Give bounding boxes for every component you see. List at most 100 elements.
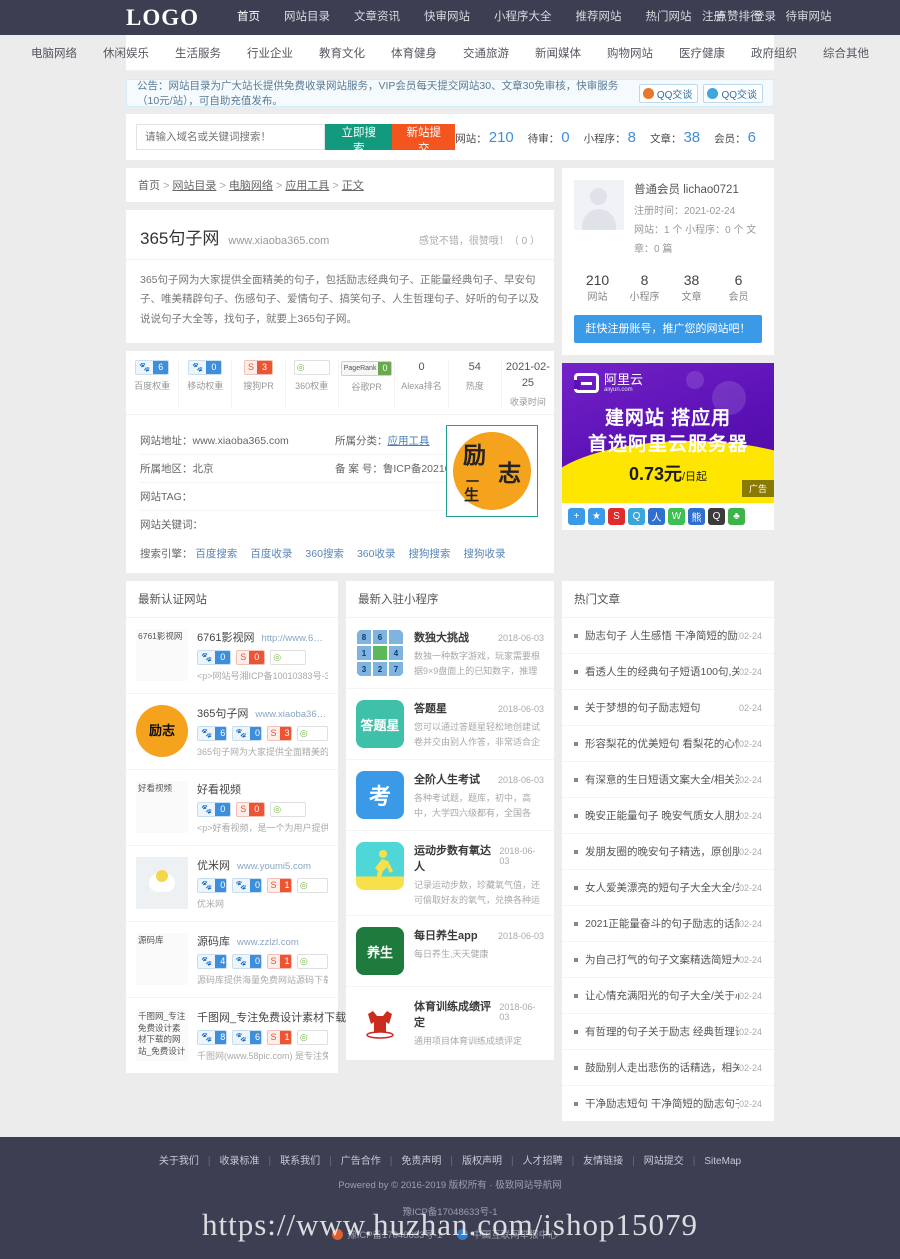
article-title[interactable]: 干净励志短句 干净简短的励志句子 xyxy=(585,1096,739,1111)
site-rating[interactable]: 感觉不错，很赞哦！（ 0 ） xyxy=(419,232,540,247)
latest-site-item[interactable]: 6761影视网 6761影视网 http://www.6761.cn/ 🐾0S0 ◎ <p… xyxy=(126,618,338,695)
article-list-item[interactable]: 关于梦想的句子励志短句 02-24 xyxy=(562,690,774,727)
footer-link-2[interactable]: 联系我们 xyxy=(280,1156,320,1167)
footer-link-4[interactable]: 免责声明 xyxy=(401,1156,441,1167)
nav-item-0[interactable]: 首页 xyxy=(225,0,272,35)
article-list-item[interactable]: 有深意的生日短语文案大全/相关深意,生日302-24 xyxy=(562,762,774,799)
auth-item-0[interactable]: 注册 xyxy=(688,0,739,35)
article-list-item[interactable]: 女人爱美漂亮的短句子大全大全/关于女人,漂02-24 xyxy=(562,870,774,907)
nav-item-4[interactable]: 小程序大全 xyxy=(482,0,564,35)
category-item-3[interactable]: 行业企业 xyxy=(234,45,306,61)
weibo-icon[interactable]: S xyxy=(608,507,625,525)
site-item-name[interactable]: 优米网 xyxy=(197,857,230,873)
mini-program-name[interactable]: 答题星 xyxy=(414,700,447,716)
baidu-icon[interactable]: 熊 xyxy=(688,507,705,525)
qq-chat-button-2[interactable]: QQ交谈 xyxy=(703,83,763,103)
category-item-10[interactable]: 政府组织 xyxy=(738,45,810,61)
article-title[interactable]: 女人爱美漂亮的短句子大全大全/关于女人,漂 xyxy=(585,880,739,895)
article-title[interactable]: 鼓励别人走出悲伤的话精选，相关鼓励文案 xyxy=(585,1060,739,1075)
wechat-icon[interactable]: W xyxy=(668,507,685,525)
article-list-item[interactable]: 干净励志短句 干净简短的励志句子 02-24 xyxy=(562,1086,774,1121)
breadcrumb-item-0[interactable]: 首页 xyxy=(138,180,160,192)
category-item-7[interactable]: 新闻媒体 xyxy=(522,45,594,61)
article-list-item[interactable]: 发朋友圈的晚安句子精选，原创朋友圈,晚安02-24 xyxy=(562,834,774,871)
category-item-11[interactable]: 综合其他 xyxy=(810,45,882,61)
clover-icon[interactable]: ♣ xyxy=(728,507,745,525)
site-item-name[interactable]: 好看视频 xyxy=(197,781,241,797)
register-cta-button[interactable]: 赶快注册账号，推广您的网站吧！ xyxy=(574,314,762,343)
plus-icon[interactable]: + xyxy=(568,507,585,525)
submit-site-button[interactable]: 新站提交 xyxy=(392,124,456,155)
star-icon[interactable]: ★ xyxy=(588,507,605,525)
article-title[interactable]: 2021正能量奋斗的句子励志的话简短 xyxy=(585,916,739,931)
footer-link-9[interactable]: SiteMap xyxy=(704,1156,741,1167)
nav-item-5[interactable]: 推荐网站 xyxy=(564,0,634,35)
mini-program-name[interactable]: 数独大挑战 xyxy=(414,629,469,645)
article-list-item[interactable]: 2021正能量奋斗的句子励志的话简短 02-24 xyxy=(562,906,774,943)
footer-icp-item-1[interactable]: 中国互联网举报中心 xyxy=(457,1227,558,1241)
site-url[interactable]: www.xiaoba365.com xyxy=(228,235,329,247)
mini-program-name[interactable]: 运动步数有氧达人 xyxy=(414,842,499,874)
breadcrumb-item-4[interactable]: 正文 xyxy=(342,180,364,192)
qq-icon[interactable]: Q xyxy=(708,507,725,525)
nav-item-2[interactable]: 文章资讯 xyxy=(342,0,412,35)
category-item-8[interactable]: 购物网站 xyxy=(594,45,666,61)
category-item-2[interactable]: 生活服务 xyxy=(162,45,234,61)
footer-icp-item-0[interactable]: 豫ICP备17048633号-1 xyxy=(332,1227,442,1241)
category-item-5[interactable]: 体育健身 xyxy=(378,45,450,61)
category-item-6[interactable]: 交通旅游 xyxy=(450,45,522,61)
latest-site-item[interactable]: 励志 365句子网 www.xiaoba365.com 🐾6🐾0S3 ◎ 365句子网为大… xyxy=(126,694,338,771)
seo-link-5[interactable]: 搜狗收录 xyxy=(463,548,505,560)
category-item-4[interactable]: 教育文化 xyxy=(306,45,378,61)
article-list-item[interactable]: 形容梨花的优美短句 看梨花的心情短句02-24 xyxy=(562,726,774,763)
mini-program-name[interactable]: 全阶人生考试 xyxy=(414,771,480,787)
site-item-name[interactable]: 365句子网 xyxy=(197,705,248,721)
footer-link-8[interactable]: 网站提交 xyxy=(644,1156,684,1167)
nav-item-1[interactable]: 网站目录 xyxy=(272,0,342,35)
footer-link-3[interactable]: 广告合作 xyxy=(341,1156,381,1167)
seo-link-1[interactable]: 百度收录 xyxy=(250,548,292,560)
aliyun-ad-banner[interactable]: 阿里云 aliyun.com 建网站 搭应用 首选阿里云服务器 0.73元/日起… xyxy=(562,362,774,503)
footer-link-5[interactable]: 版权声明 xyxy=(462,1156,502,1167)
article-list-item[interactable]: 让心情充满阳光的句子大全/关于心情,阳光f02-24 xyxy=(562,978,774,1015)
mini-program-name[interactable]: 每日养生app xyxy=(414,927,478,943)
site-item-name[interactable]: 源码库 xyxy=(197,933,230,949)
article-list-item[interactable]: 有哲理的句子关于励志 经典哲理语录 02-24 xyxy=(562,1014,774,1051)
article-title[interactable]: 有哲理的句子关于励志 经典哲理语录 xyxy=(585,1024,739,1039)
search-button[interactable]: 立即搜索 xyxy=(325,124,393,155)
breadcrumb-item-2[interactable]: 电脑网络 xyxy=(229,180,273,192)
article-title[interactable]: 发朋友圈的晚安句子精选，原创朋友圈,晚安 xyxy=(585,844,739,859)
site-item-name[interactable]: 6761影视网 xyxy=(197,629,254,645)
seo-link-3[interactable]: 360收录 xyxy=(357,548,396,560)
category-item-9[interactable]: 医疗健康 xyxy=(666,45,738,61)
latest-site-item[interactable]: 好看视频好看视频 🐾0S0 ◎ <p>好看视频，是一个为用户提供海量优质 xyxy=(126,770,338,847)
site-item-url[interactable]: www.xiaoba365.com xyxy=(255,709,328,720)
nav-item-3[interactable]: 快审网站 xyxy=(412,0,482,35)
mini-program-item[interactable]: 考全阶人生考试 2018-06-03 各种考试题，题库，初中，高中，大学四六级都有，… xyxy=(346,760,554,832)
site-item-url[interactable]: http://www.6761.cn/ xyxy=(261,633,328,644)
article-title[interactable]: 看透人生的经典句子短语100句,关于人生属 xyxy=(585,664,739,679)
site-item-url[interactable]: www.zzlzl.com xyxy=(237,937,299,948)
seo-link-0[interactable]: 百度搜索 xyxy=(195,548,237,560)
article-title[interactable]: 让心情充满阳光的句子大全/关于心情,阳光f xyxy=(585,988,739,1003)
mini-program-item[interactable]: 养生 每日养生app 2018-06-03 每日养生,天天健康 xyxy=(346,916,554,988)
footer-link-1[interactable]: 收录标准 xyxy=(220,1156,260,1167)
auth-item-1[interactable]: 登录 xyxy=(739,0,790,35)
qq-chat-button-1[interactable]: QQ交谈 xyxy=(638,83,699,103)
latest-site-item[interactable]: 优米网 www.youmi5.com 🐾 0 🐾 0 S 1 ◎ 优米网 xyxy=(126,846,338,923)
article-title[interactable]: 为自己打气的句子文案精选简短大全♥推荐 xyxy=(585,952,739,967)
article-list-item[interactable]: 看透人生的经典句子短语100句,关于人生属02-24 xyxy=(562,654,774,691)
breadcrumb-item-1[interactable]: 网站目录 xyxy=(172,180,216,192)
latest-site-item[interactable]: 源码库 源码库 www.zzlzl.com 🐾 4 🐾 0 S 1 ◎ 源码库提供海量免费网站源码下… xyxy=(126,922,338,999)
breadcrumb-item-3[interactable]: 应用工具 xyxy=(285,180,329,192)
site-logo[interactable]: LOGO xyxy=(126,5,199,31)
seo-link-2[interactable]: 360搜索 xyxy=(305,548,344,560)
site-item-url[interactable]: www.youmi5.com xyxy=(237,861,311,872)
renren-icon[interactable]: 人 xyxy=(648,507,665,525)
mini-program-item[interactable]: 答题星 答题星 2018-06-03 您可以通过答题星轻松地创建试卷并交由别人作答，非… xyxy=(346,689,554,761)
mini-program-item[interactable]: 运动步数有氧达人 2018-06-03 记录运动步数，珍藏氧气值，还可偷取好友的氧气… xyxy=(346,831,554,917)
category-item-1[interactable]: 休闲娱乐 xyxy=(90,45,162,61)
article-list-item[interactable]: 鼓励别人走出悲伤的话精选，相关鼓励文案02-24 xyxy=(562,1050,774,1087)
qzone-icon[interactable]: Q xyxy=(628,507,645,525)
article-title[interactable]: 励志句子 人生感悟 干净简短的励志句子 xyxy=(585,628,739,643)
